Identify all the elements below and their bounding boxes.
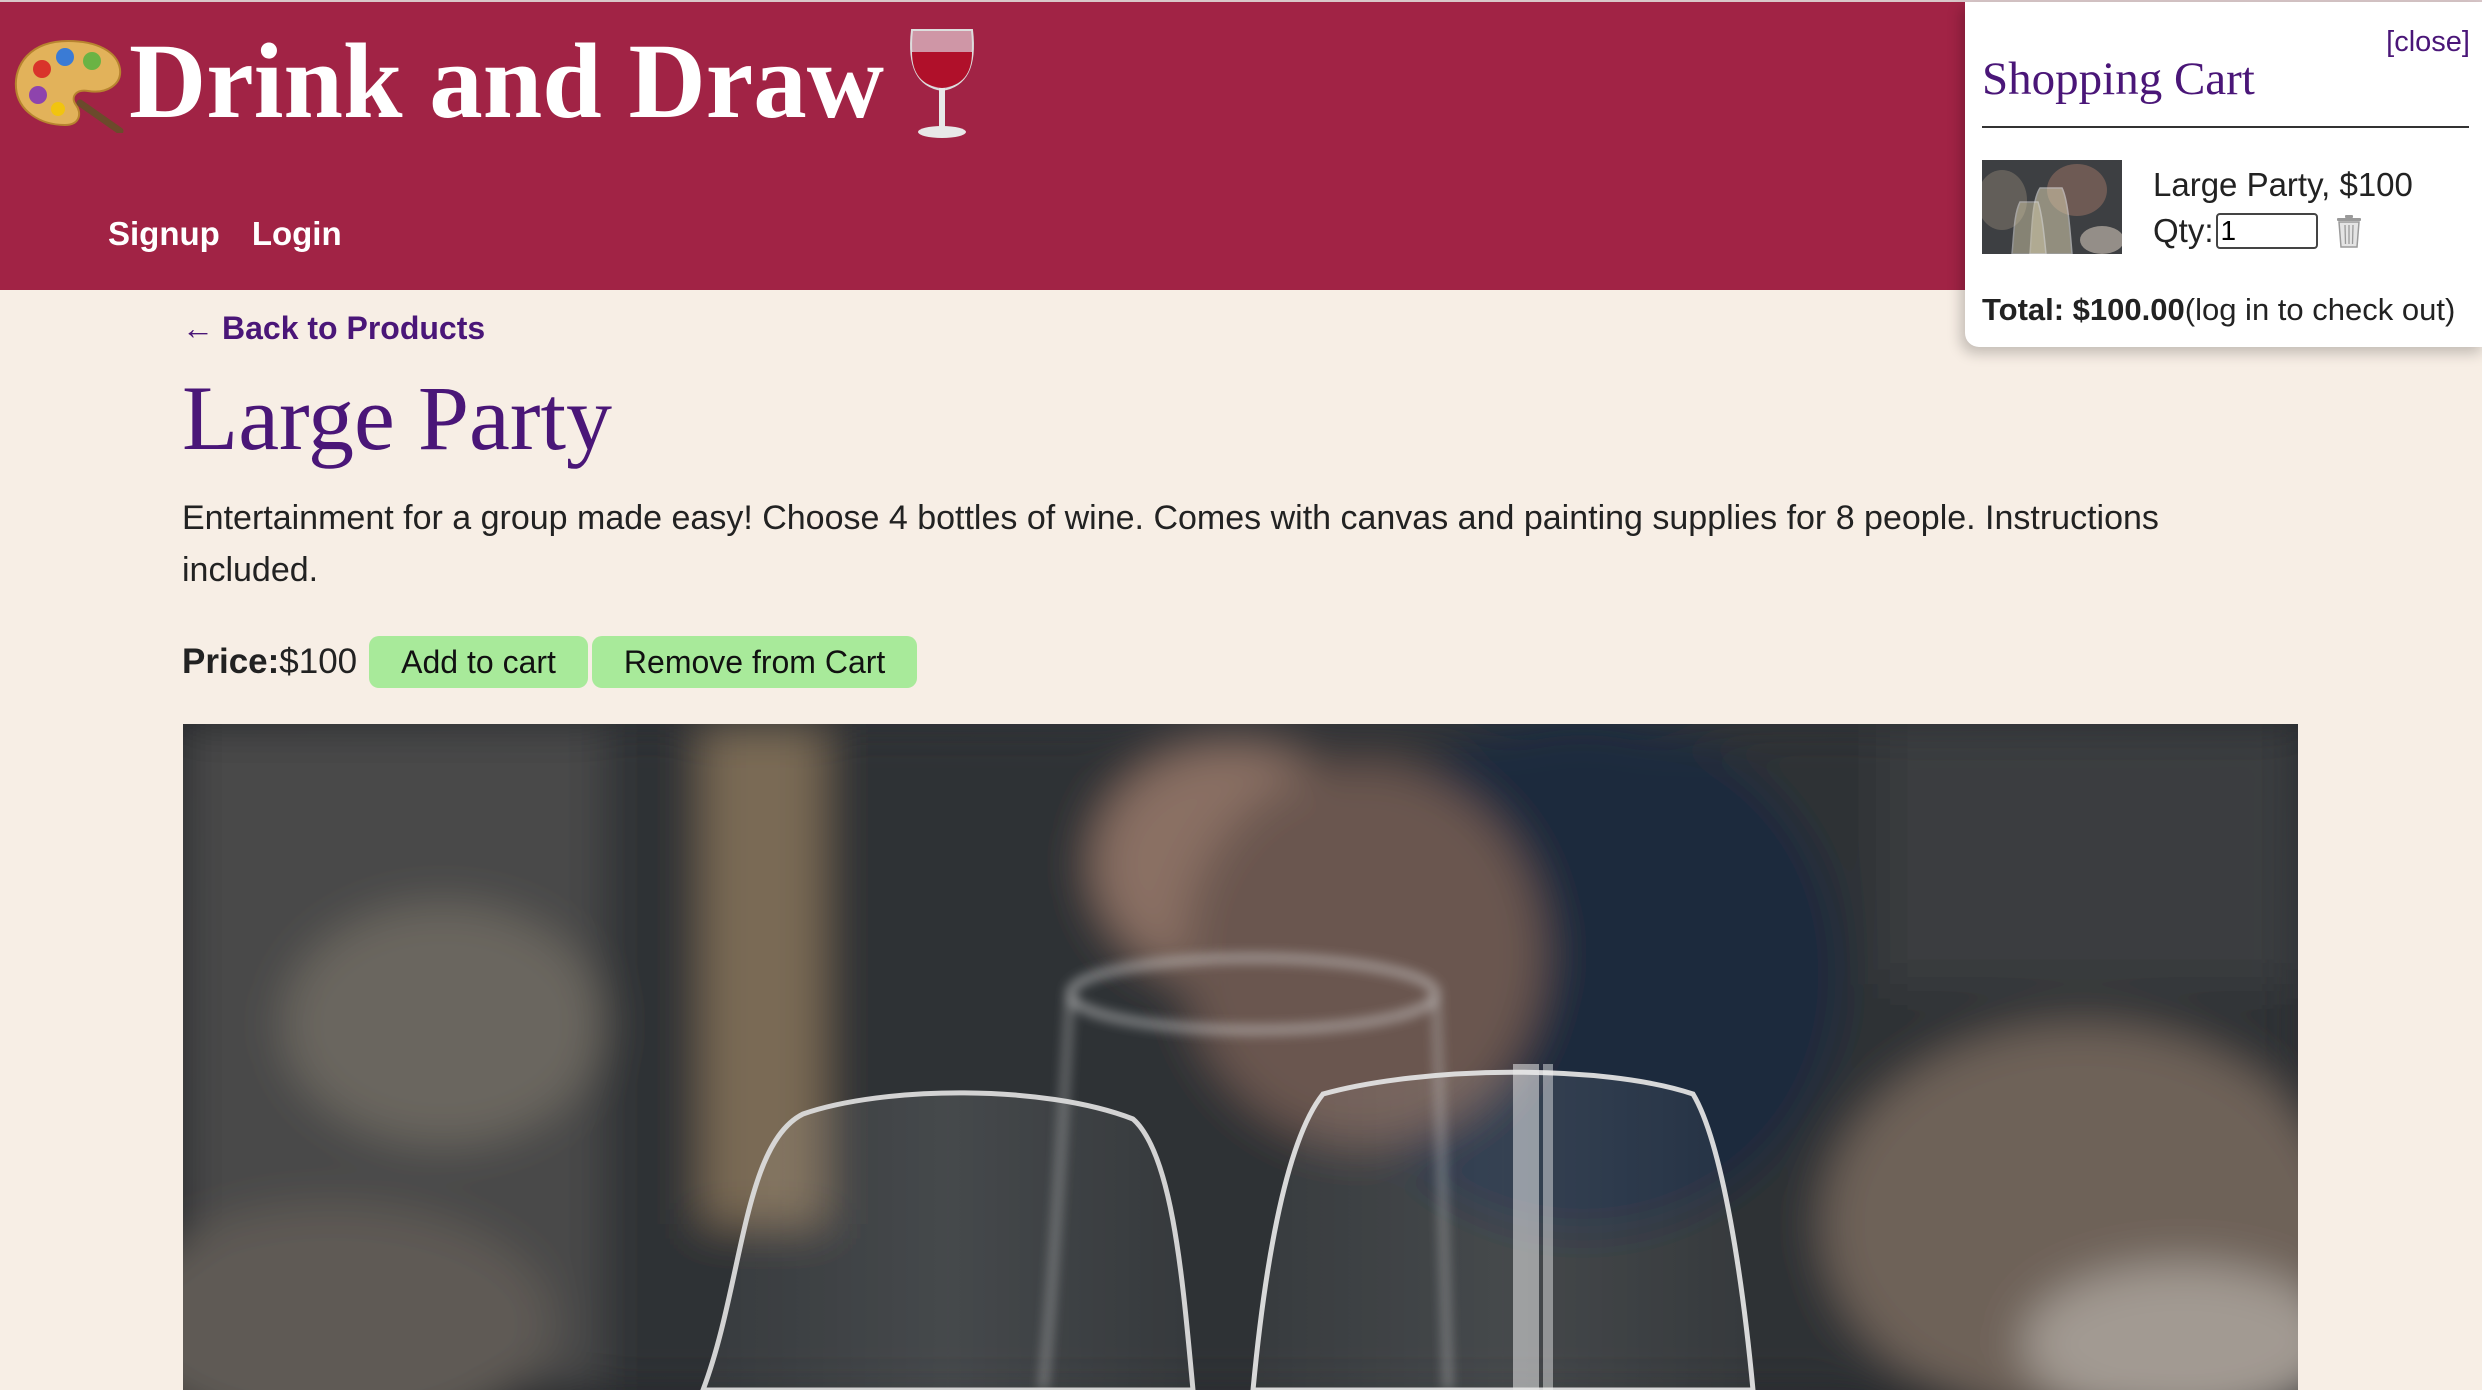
product-description: Entertainment for a group made easy! Cho… [182, 499, 2159, 589]
cart-total-amount: Total: $100.00 [1982, 292, 2185, 327]
price-value: $100 [279, 642, 358, 681]
cart-title: Shopping Cart [1982, 53, 2255, 105]
artist-palette-icon [10, 33, 125, 134]
top-nav: Signup Login [108, 215, 342, 253]
login-link[interactable]: Login [252, 215, 342, 253]
remove-from-cart-button[interactable]: Remove from Cart [591, 636, 918, 688]
back-to-products-link[interactable]: ← Back to Products [182, 310, 485, 347]
back-link-label: Back to Products [222, 310, 486, 346]
site-title: Drink and Draw [129, 23, 885, 141]
cart-item-qty-row: Qty: [2153, 212, 2364, 250]
cart-total: Total: $100.00(log in to check out) [1982, 292, 2455, 328]
qty-label: Qty: [2153, 212, 2214, 249]
trash-icon[interactable] [2334, 213, 2364, 249]
cart-close-link[interactable]: [close] [2386, 26, 2470, 59]
wine-glass-icon [902, 24, 982, 142]
signup-link[interactable]: Signup [108, 215, 220, 253]
price-row: Price: $100 Add to cart Remove from Cart [182, 636, 921, 688]
cart-total-note: (log in to check out) [2184, 292, 2456, 327]
product-title: Large Party [182, 367, 613, 469]
qty-input[interactable] [2215, 213, 2318, 249]
left-arrow-icon: ← [182, 310, 214, 346]
shopping-cart-panel: [close] Shopping Cart Large Party, $100 … [1965, 2, 2482, 347]
add-to-cart-button[interactable]: Add to cart [369, 636, 588, 688]
cart-divider [1982, 126, 2469, 128]
cart-item-thumbnail [1982, 160, 2122, 254]
product-image [183, 724, 2298, 1390]
cart-item-name: Large Party, $100 [2153, 166, 2413, 203]
price-label: Price: [182, 642, 280, 681]
brand[interactable]: Drink and Draw [10, 20, 982, 145]
